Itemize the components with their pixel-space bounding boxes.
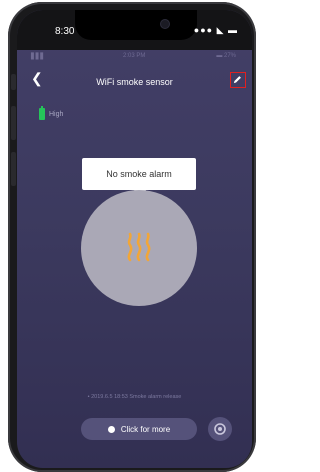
status-text: No smoke alarm [106,169,172,179]
app-screen: 8:30 ●●● ◣ ▬ ▋▋▋ 2:03 PM ▬ 27% ❮ WiFi sm… [17,10,252,468]
mute-switch [11,74,16,90]
gear-icon [214,423,226,435]
volume-down-button [11,152,16,186]
notch [75,10,197,40]
smoke-icon [127,232,151,262]
info-dot-icon [107,425,115,433]
settings-button[interactable] [208,417,232,441]
signal-icon: ▋▋▋ [31,54,45,60]
pencil-icon [233,76,241,84]
camera-icon [161,20,169,28]
click-for-more-button[interactable]: Click for more [81,418,197,440]
sensor-status-circle [81,190,197,306]
battery-indicator: High [39,106,64,120]
status-bubble: No smoke alarm [82,158,196,196]
volume-up-button [11,106,16,140]
device-time: 8:30 [55,26,75,37]
app-status-battery: ▬ 27% [216,53,236,59]
alarm-log-entry: • 2019.6.5 18:53 Smoke alarm release [87,394,182,400]
more-button-label: Click for more [120,424,171,434]
app-status-time: 2:03 PM [123,53,146,59]
nav-bar: ❮ WiFi smoke sensor [17,70,252,96]
device-status-bar: 8:30 ●●● ◣ ▬ [17,10,252,50]
battery-icon [39,106,45,120]
app-status-bar: ▋▋▋ 2:03 PM ▬ 27% [17,50,252,64]
battery-label: High [49,110,64,118]
device-status-icons: ●●● ◣ ▬ [193,25,238,35]
page-title: WiFi smoke sensor [96,77,173,87]
edit-button[interactable] [230,72,246,88]
